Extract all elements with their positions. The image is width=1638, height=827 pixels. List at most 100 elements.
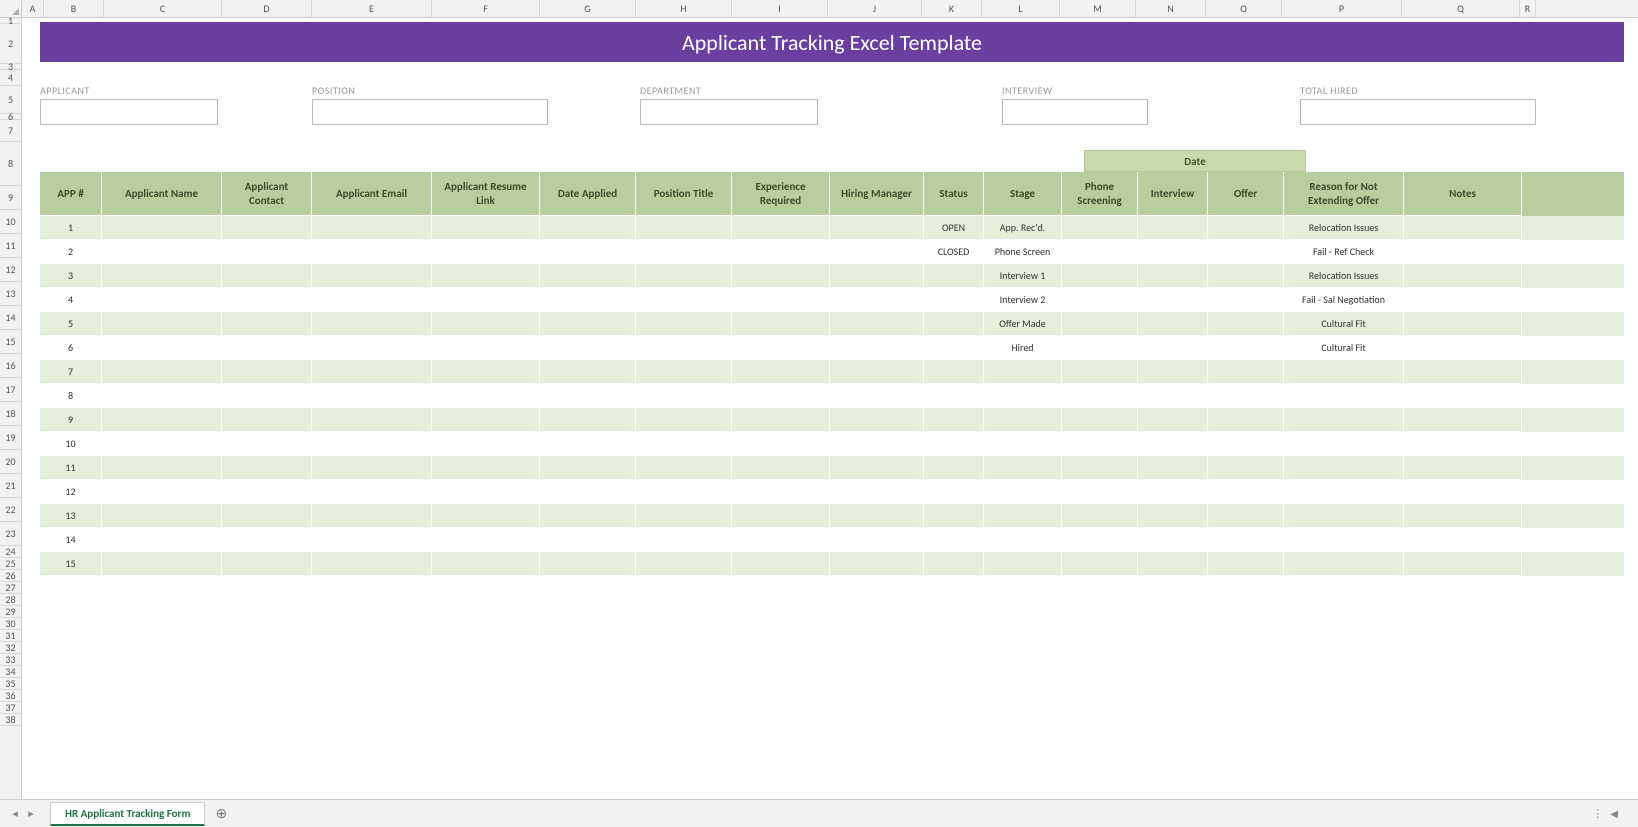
column-header-O[interactable]: O xyxy=(1206,0,1282,17)
cell[interactable] xyxy=(102,408,222,432)
cell[interactable] xyxy=(1062,384,1138,408)
cell[interactable] xyxy=(984,384,1062,408)
col-header-applicant-email[interactable]: Applicant Email xyxy=(312,172,432,216)
row-header-9[interactable]: 9 xyxy=(0,186,21,210)
table-row[interactable]: 14 xyxy=(40,528,1624,552)
row-header-22[interactable]: 22 xyxy=(0,498,21,522)
table-row[interactable]: 8 xyxy=(40,384,1624,408)
row-header-14[interactable]: 14 xyxy=(0,306,21,330)
cell[interactable] xyxy=(1208,480,1284,504)
cell[interactable] xyxy=(432,240,540,264)
cell[interactable] xyxy=(732,216,830,240)
cell[interactable] xyxy=(636,384,732,408)
col-header-date-applied[interactable]: Date Applied xyxy=(540,172,636,216)
cell[interactable]: Phone Screen xyxy=(984,240,1062,264)
cell[interactable] xyxy=(924,456,984,480)
cell[interactable] xyxy=(924,384,984,408)
col-header-interview[interactable]: Interview xyxy=(1138,172,1208,216)
column-header-F[interactable]: F xyxy=(432,0,540,17)
row-header-4[interactable]: 4 xyxy=(0,70,21,86)
scroll-left-icon[interactable]: ◀ xyxy=(1610,807,1618,820)
cell[interactable] xyxy=(732,408,830,432)
cell[interactable] xyxy=(312,504,432,528)
cell[interactable]: 3 xyxy=(40,264,102,288)
sheet-tab-active[interactable]: HR Applicant Tracking Form xyxy=(50,802,205,826)
col-header-applicant-resume-link[interactable]: Applicant Resume Link xyxy=(432,172,540,216)
table-row[interactable]: 4Interview 2Fail - Sal Negotiation xyxy=(40,288,1624,312)
row-header-15[interactable]: 15 xyxy=(0,330,21,354)
cell[interactable] xyxy=(1062,240,1138,264)
cell[interactable] xyxy=(540,408,636,432)
cell[interactable] xyxy=(222,288,312,312)
table-row[interactable]: 11 xyxy=(40,456,1624,480)
row-header-12[interactable]: 12 xyxy=(0,258,21,282)
cell[interactable] xyxy=(102,288,222,312)
cell[interactable] xyxy=(312,216,432,240)
cell[interactable] xyxy=(1062,528,1138,552)
cell[interactable] xyxy=(830,216,924,240)
row-header-2[interactable]: 2 xyxy=(0,24,21,64)
filter-input[interactable] xyxy=(640,99,818,125)
column-header-N[interactable]: N xyxy=(1136,0,1206,17)
column-header-R[interactable]: R xyxy=(1520,0,1536,17)
cell[interactable] xyxy=(1062,336,1138,360)
cell[interactable] xyxy=(432,336,540,360)
cell[interactable] xyxy=(432,216,540,240)
cell[interactable] xyxy=(1208,216,1284,240)
cell[interactable] xyxy=(1208,456,1284,480)
cell[interactable] xyxy=(1138,240,1208,264)
cell[interactable] xyxy=(732,240,830,264)
cell[interactable]: 8 xyxy=(40,384,102,408)
cell[interactable] xyxy=(1062,408,1138,432)
cell[interactable] xyxy=(1062,456,1138,480)
cell[interactable] xyxy=(1208,312,1284,336)
cell[interactable] xyxy=(1404,456,1522,480)
cell[interactable]: OPEN xyxy=(924,216,984,240)
cell[interactable] xyxy=(1062,264,1138,288)
cell[interactable]: 11 xyxy=(40,456,102,480)
cell[interactable]: Hired xyxy=(984,336,1062,360)
cell[interactable] xyxy=(540,216,636,240)
cell[interactable] xyxy=(1284,552,1404,576)
cell[interactable] xyxy=(102,360,222,384)
column-header-C[interactable]: C xyxy=(104,0,222,17)
cell[interactable] xyxy=(1062,480,1138,504)
cell[interactable] xyxy=(830,336,924,360)
cell[interactable] xyxy=(636,480,732,504)
cell[interactable]: 9 xyxy=(40,408,102,432)
col-header-hiring-manager[interactable]: Hiring Manager xyxy=(830,172,924,216)
cell[interactable] xyxy=(102,384,222,408)
cell[interactable] xyxy=(312,432,432,456)
cell[interactable] xyxy=(830,240,924,264)
cell[interactable] xyxy=(1138,528,1208,552)
table-row[interactable]: 3Interview 1Relocation Issues xyxy=(40,264,1624,288)
cell[interactable] xyxy=(102,336,222,360)
cell[interactable]: Fail - Sal Negotiation xyxy=(1284,288,1404,312)
column-header-B[interactable]: B xyxy=(44,0,104,17)
row-header-23[interactable]: 23 xyxy=(0,522,21,546)
cell[interactable] xyxy=(222,240,312,264)
cell[interactable] xyxy=(1138,264,1208,288)
cell[interactable] xyxy=(540,528,636,552)
cell[interactable] xyxy=(1208,264,1284,288)
cell[interactable] xyxy=(1138,312,1208,336)
cell[interactable] xyxy=(924,264,984,288)
cell[interactable] xyxy=(1284,480,1404,504)
cell[interactable] xyxy=(984,480,1062,504)
cell[interactable] xyxy=(984,528,1062,552)
cell[interactable] xyxy=(636,456,732,480)
cell[interactable] xyxy=(924,432,984,456)
cell[interactable] xyxy=(830,312,924,336)
cell[interactable] xyxy=(732,336,830,360)
cell[interactable] xyxy=(312,528,432,552)
cell[interactable] xyxy=(540,360,636,384)
column-header-L[interactable]: L xyxy=(982,0,1060,17)
cell[interactable] xyxy=(830,552,924,576)
filter-input[interactable] xyxy=(1300,99,1536,125)
cell[interactable] xyxy=(1284,360,1404,384)
table-row[interactable]: 6HiredCultural Fit xyxy=(40,336,1624,360)
cell[interactable]: 4 xyxy=(40,288,102,312)
cell[interactable] xyxy=(1138,408,1208,432)
cell[interactable] xyxy=(732,528,830,552)
tab-next-icon[interactable]: ▸ xyxy=(24,807,38,821)
